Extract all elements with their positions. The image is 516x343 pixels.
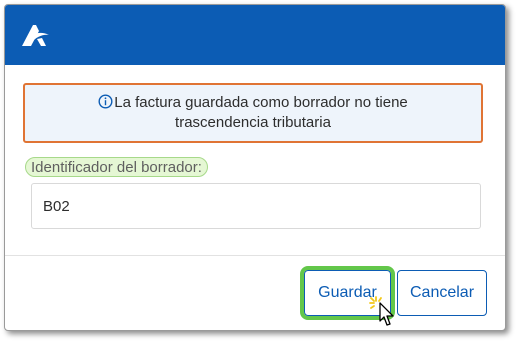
dialog-body: La factura guardada como borrador no tie… (5, 65, 505, 255)
alert-message: La factura guardada como borrador no tie… (73, 93, 433, 133)
draft-id-label: Identificador del borrador: (25, 157, 208, 177)
save-draft-dialog: La factura guardada como borrador no tie… (4, 4, 506, 331)
alert-text: La factura guardada como borrador no tie… (114, 94, 408, 131)
agencia-tributaria-logo-icon (22, 25, 49, 46)
cancel-button[interactable]: Cancelar (397, 270, 487, 316)
save-button[interactable]: Guardar (300, 266, 395, 320)
footer-divider (5, 255, 505, 256)
info-icon (98, 94, 113, 109)
info-alert: La factura guardada como borrador no tie… (23, 83, 483, 143)
dialog-header (5, 5, 505, 65)
draft-id-input[interactable] (31, 183, 481, 229)
